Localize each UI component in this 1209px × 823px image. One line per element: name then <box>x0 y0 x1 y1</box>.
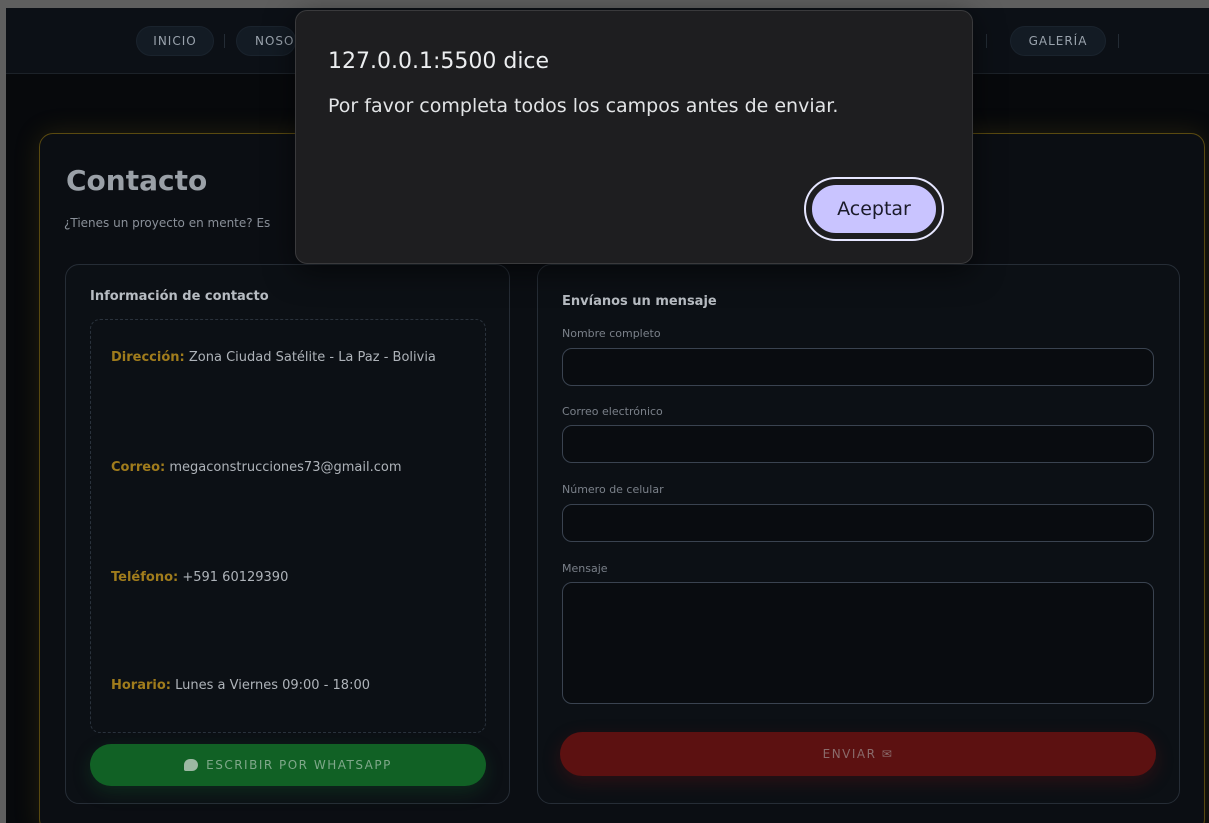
hours-line: Horario: Lunes a Viernes 09:00 - 18:00 <box>111 678 370 693</box>
phone-value: +591 60129390 <box>182 570 289 585</box>
nav-link-inicio[interactable]: INICIO <box>136 26 214 56</box>
email-field-label: Correo electrónico <box>562 405 663 418</box>
nav-divider <box>1118 34 1119 48</box>
alert-dialog: 127.0.0.1:5500 dice Por favor completa t… <box>295 10 973 264</box>
phone-line: Teléfono: +591 60129390 <box>111 570 288 585</box>
email-input[interactable] <box>562 425 1154 463</box>
whatsapp-button-label: ESCRIBIR POR WHATSAPP <box>206 758 392 772</box>
nav-divider <box>224 34 225 48</box>
dialog-title: 127.0.0.1:5500 dice <box>328 49 550 74</box>
phone-input[interactable] <box>562 504 1154 542</box>
section-title: Contacto <box>66 164 208 197</box>
dialog-message: Por favor completa todos los campos ante… <box>328 95 839 117</box>
contact-info-heading: Información de contacto <box>90 289 269 304</box>
email-label: Correo: <box>111 460 166 475</box>
email-value: megaconstrucciones73@gmail.com <box>169 460 402 475</box>
whatsapp-button[interactable]: ESCRIBIR POR WHATSAPP <box>90 744 486 786</box>
address-label: Dirección: <box>111 350 185 365</box>
nav-link-nosotros[interactable]: NOSO <box>236 26 296 56</box>
name-label: Nombre completo <box>562 327 661 340</box>
hours-value: Lunes a Viernes 09:00 - 18:00 <box>175 678 370 693</box>
phone-label: Teléfono: <box>111 570 179 585</box>
email-line: Correo: megaconstrucciones73@gmail.com <box>111 460 401 475</box>
form-heading: Envíanos un mensaje <box>562 294 717 309</box>
phone-field-label: Número de celular <box>562 483 664 496</box>
send-button[interactable]: ENVIAR ✉ <box>560 732 1156 776</box>
section-subtitle: ¿Tienes un proyecto en mente? Es <box>64 216 271 230</box>
nav-link-galeria[interactable]: GALERÍA <box>1010 26 1106 56</box>
contact-info-box: Dirección: Zona Ciudad Satélite - La Paz… <box>90 319 486 733</box>
accept-button[interactable]: Aceptar <box>804 177 944 241</box>
message-textarea[interactable] <box>562 582 1154 704</box>
address-line: Dirección: Zona Ciudad Satélite - La Paz… <box>111 350 436 365</box>
contact-info-card: Información de contacto Dirección: Zona … <box>65 264 510 804</box>
accept-button-label: Aceptar <box>810 183 938 235</box>
nav-divider <box>986 34 987 48</box>
address-value: Zona Ciudad Satélite - La Paz - Bolivia <box>188 350 436 365</box>
hours-label: Horario: <box>111 678 171 693</box>
name-input[interactable] <box>562 348 1154 386</box>
message-form-card: Envíanos un mensaje Nombre completo Corr… <box>537 264 1180 804</box>
message-label: Mensaje <box>562 562 608 575</box>
chat-bubble-icon <box>184 759 199 771</box>
